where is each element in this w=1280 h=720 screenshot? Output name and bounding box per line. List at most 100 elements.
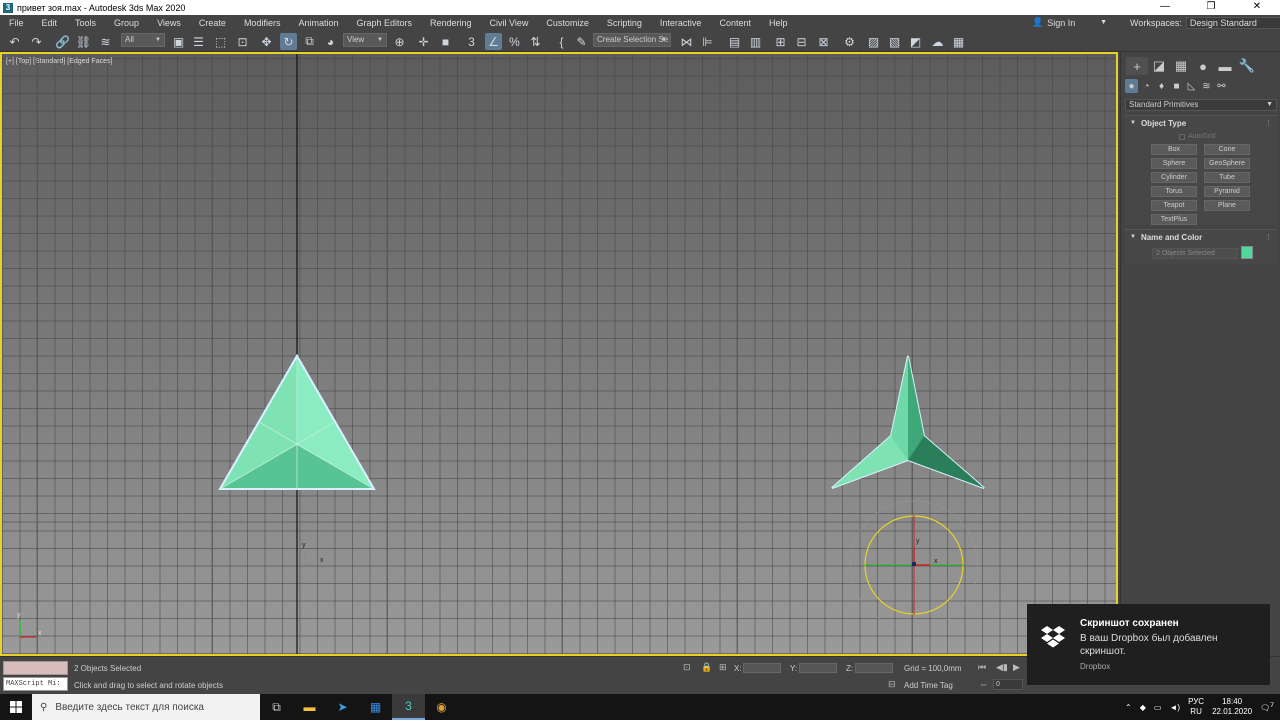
keyboard-shortcut-icon[interactable]: ■ [437, 33, 454, 50]
current-frame-field[interactable]: 0 [993, 679, 1023, 690]
modify-tab-icon[interactable]: ◪ [1148, 57, 1170, 75]
isolate-selection-icon[interactable]: ⊡ [683, 662, 691, 673]
link-icon[interactable]: 🔗 [54, 33, 71, 50]
name-and-color-header[interactable]: ▼ Name and Color ⋮ [1125, 230, 1277, 244]
window-crossing-icon[interactable]: ⊡ [234, 33, 251, 50]
tube-button[interactable]: Tube [1204, 172, 1250, 183]
menu-create[interactable]: Create [190, 18, 235, 28]
sphere-button[interactable]: Sphere [1151, 158, 1197, 169]
top-viewport[interactable]: [+] [Top] [Standard] [Edged Faces] y x y… [0, 52, 1118, 656]
telegram-icon[interactable]: ➤ [326, 694, 359, 720]
geometry-icon[interactable]: ● [1125, 79, 1138, 93]
menu-interactive[interactable]: Interactive [651, 18, 711, 28]
primitive-type-dropdown[interactable]: Standard Primitives ▼ [1125, 99, 1277, 111]
maximize-button[interactable]: ❐ [1188, 0, 1234, 15]
render-cloud-icon[interactable]: ☁ [929, 33, 946, 50]
select-object-icon[interactable]: ▣ [170, 33, 187, 50]
task-view-icon[interactable]: ⧉ [260, 694, 293, 720]
reference-coordinate-dropdown[interactable]: View ▼ [343, 33, 387, 47]
menu-edit[interactable]: Edit [33, 18, 67, 28]
teapot-button[interactable]: Teapot [1151, 200, 1197, 211]
action-center-icon[interactable]: 🗨7 [1260, 702, 1274, 713]
mirror-icon[interactable]: ⋈ [678, 33, 695, 50]
play-icon[interactable]: ▶ [1013, 662, 1020, 673]
angle-snap-icon[interactable]: ∠ [485, 33, 502, 50]
tray-overflow-icon[interactable]: ⌃ [1125, 703, 1132, 712]
pivot-center-icon[interactable]: ⊕ [391, 33, 408, 50]
spacewarps-icon[interactable]: ≋ [1200, 79, 1213, 93]
menu-customize[interactable]: Customize [537, 18, 598, 28]
named-selection-icon[interactable]: ✎ [573, 33, 590, 50]
move-icon[interactable]: ✥ [258, 33, 275, 50]
menu-civil-view[interactable]: Civil View [481, 18, 538, 28]
go-to-start-icon[interactable]: ⏮ [978, 662, 986, 673]
cameras-icon[interactable]: ■ [1170, 79, 1183, 93]
systems-icon[interactable]: ⚯ [1215, 79, 1228, 93]
material-editor-icon[interactable]: ⊠ [815, 33, 832, 50]
cylinder-button[interactable]: Cylinder [1151, 172, 1197, 183]
spinner-snap-icon[interactable]: ⇅ [527, 33, 544, 50]
sign-in-dropdown[interactable]: 👤 Sign In ▼ [1032, 15, 1107, 30]
maxscript-listener-output[interactable] [3, 661, 68, 675]
hierarchy-tab-icon[interactable]: ▦ [1170, 57, 1192, 75]
ribbon-icon[interactable]: ▥ [747, 33, 764, 50]
chrome-icon[interactable]: ◉ [425, 694, 458, 720]
menu-views[interactable]: Views [148, 18, 190, 28]
cone-button[interactable]: Cone [1204, 144, 1250, 155]
menu-animation[interactable]: Animation [289, 18, 347, 28]
absolute-mode-icon[interactable]: ⊞ [719, 662, 727, 673]
curve-editor-icon[interactable]: ⊞ [772, 33, 789, 50]
create-selection-set-dropdown[interactable]: Create Selection Se ▼ [593, 33, 671, 47]
file-explorer-icon[interactable]: ▬ [293, 694, 326, 720]
pyramid-object[interactable] [218, 354, 376, 490]
y-coord-field[interactable] [799, 663, 837, 673]
rotate-icon[interactable]: ↻ [280, 33, 297, 50]
close-button[interactable]: ✕ [1234, 0, 1280, 15]
network-icon[interactable]: ▭ [1154, 703, 1162, 712]
object-color-swatch[interactable] [1241, 246, 1253, 259]
layer-explorer-icon[interactable]: ▤ [726, 33, 743, 50]
render-in-cloud-icon[interactable]: ▦ [950, 33, 967, 50]
menu-file[interactable]: File [0, 18, 33, 28]
align-icon[interactable]: ⊫ [699, 33, 716, 50]
minimize-button[interactable]: — [1142, 0, 1188, 15]
dropbox-notification[interactable]: Скриншот сохранен В ваш Dropbox был доба… [1027, 604, 1270, 685]
3dsmax-taskbar-icon[interactable]: 3 [392, 694, 425, 720]
render-production-icon[interactable]: ▧ [886, 33, 903, 50]
z-coord-field[interactable] [855, 663, 893, 673]
star-object[interactable] [831, 355, 985, 489]
helpers-icon[interactable]: ◺ [1185, 79, 1198, 93]
menu-modifiers[interactable]: Modifiers [235, 18, 290, 28]
menu-group[interactable]: Group [105, 18, 148, 28]
edit-named-selection-icon[interactable]: { [553, 33, 570, 50]
menu-help[interactable]: Help [760, 18, 797, 28]
redo-icon[interactable]: ↷ [28, 33, 45, 50]
rectangular-selection-icon[interactable]: ⬚ [212, 33, 229, 50]
torus-button[interactable]: Torus [1151, 186, 1197, 197]
object-name-field[interactable]: 2 Objects Selected [1152, 248, 1238, 259]
add-time-tag[interactable]: Add Time Tag [904, 681, 953, 690]
rendered-frame-icon[interactable]: ▨ [865, 33, 882, 50]
motion-tab-icon[interactable]: ● [1192, 57, 1214, 75]
shapes-icon[interactable]: ◔ [1140, 79, 1153, 93]
box-button[interactable]: Box [1151, 144, 1197, 155]
object-type-header[interactable]: ▼ Object Type ⋮ [1125, 116, 1277, 130]
schematic-view-icon[interactable]: ⊟ [793, 33, 810, 50]
clock[interactable]: 18:40 22.01.2020 [1212, 697, 1252, 717]
workspace-dropdown[interactable]: Design Standard [1185, 16, 1280, 29]
render-setup-icon[interactable]: ⚙ [841, 33, 858, 50]
store-app-icon[interactable]: ▦ [359, 694, 392, 720]
menu-tools[interactable]: Tools [66, 18, 105, 28]
bind-spacewarp-icon[interactable]: ≋ [97, 33, 114, 50]
undo-icon[interactable]: ↶ [6, 33, 23, 50]
geosphere-button[interactable]: GeoSphere [1204, 158, 1250, 169]
selection-lock-icon[interactable]: 🔒 [701, 662, 712, 673]
utilities-tab-icon[interactable]: 🔧 [1236, 57, 1258, 75]
menu-rendering[interactable]: Rendering [421, 18, 481, 28]
time-tag-icon[interactable]: ⊟ [888, 679, 896, 690]
display-tab-icon[interactable]: ▬ [1214, 57, 1236, 75]
create-tab-icon[interactable]: + [1126, 57, 1148, 75]
select-manipulate-icon[interactable]: ✛ [415, 33, 432, 50]
menu-graph-editors[interactable]: Graph Editors [347, 18, 421, 28]
textplus-button[interactable]: TextPlus [1151, 214, 1197, 225]
